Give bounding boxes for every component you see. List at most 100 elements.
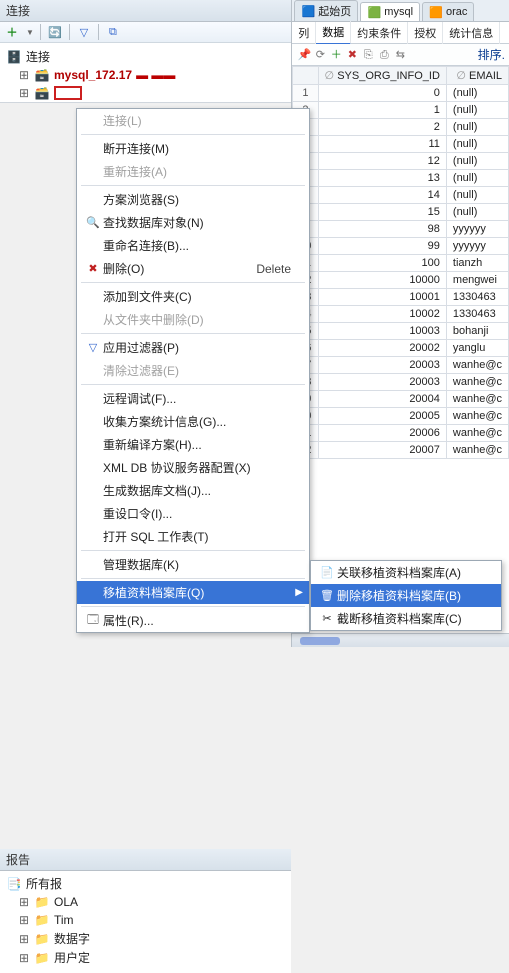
table-row[interactable]: 1620002yanglu xyxy=(293,340,509,357)
table-row[interactable]: 13100011330463 xyxy=(293,289,509,306)
table-row[interactable]: 14100021330463 xyxy=(293,306,509,323)
cell-id[interactable]: 2 xyxy=(318,119,446,136)
menu-item[interactable]: 远程调试(F)... xyxy=(77,387,309,410)
cell-email[interactable]: wanhe@c xyxy=(446,408,508,425)
table-row[interactable]: 10(null) xyxy=(293,85,509,102)
column-header[interactable] xyxy=(293,67,318,85)
table-row[interactable]: 2020005wanhe@c xyxy=(293,408,509,425)
cell-email[interactable]: (null) xyxy=(446,119,508,136)
table-row[interactable]: 613(null) xyxy=(293,170,509,187)
submenu-item[interactable]: 📄关联移植资料档案库(A) xyxy=(311,561,501,584)
data-subtab[interactable]: 约束条件 xyxy=(351,22,408,44)
cell-id[interactable]: 20002 xyxy=(318,340,446,357)
cell-id[interactable]: 100 xyxy=(318,255,446,272)
menu-item[interactable]: 重命名连接(B)... xyxy=(77,234,309,257)
cell-id[interactable]: 10001 xyxy=(318,289,446,306)
tree-node-report[interactable]: ⊞📁数据字 xyxy=(4,929,287,948)
add-connection-icon[interactable]: ＋ xyxy=(4,24,20,40)
table-row[interactable]: 815(null) xyxy=(293,204,509,221)
data-toolbar-icon[interactable]: ✖ xyxy=(344,46,360,62)
cell-id[interactable]: 10002 xyxy=(318,306,446,323)
data-toolbar-icon[interactable]: 📌 xyxy=(296,46,312,62)
cell-id[interactable]: 20007 xyxy=(318,442,446,459)
menu-item[interactable]: XML DB 协议服务器配置(X) xyxy=(77,456,309,479)
tree-node-report[interactable]: ⊞📁用户定 xyxy=(4,948,287,967)
cell-email[interactable]: (null) xyxy=(446,85,508,102)
data-grid[interactable]: ∅ SYS_ORG_INFO_ID∅ EMAIL 10(null)21(null… xyxy=(292,66,509,633)
sort-link[interactable]: 排序. xyxy=(478,46,505,63)
data-subtab[interactable]: 数据 xyxy=(316,21,351,45)
tree-node-report[interactable]: ⊞📁Tim xyxy=(4,911,287,929)
copy-icon[interactable]: ⧉ xyxy=(105,24,121,40)
cell-email[interactable]: mengwei xyxy=(446,272,508,289)
menu-item[interactable]: 生成数据库文档(J)... xyxy=(77,479,309,502)
horizontal-scrollbar[interactable] xyxy=(292,633,509,647)
data-toolbar-icon[interactable]: ⇆ xyxy=(392,46,408,62)
table-row[interactable]: 1510003bohanji xyxy=(293,323,509,340)
editor-tab[interactable]: 🟧orac xyxy=(422,2,474,21)
tree-node-cloud[interactable]: ☁ 云连接 xyxy=(4,102,287,103)
cell-email[interactable]: yyyyyy xyxy=(446,221,508,238)
cell-email[interactable]: wanhe@c xyxy=(446,425,508,442)
table-row[interactable]: 1210000mengwei xyxy=(293,272,509,289)
cell-id[interactable]: 15 xyxy=(318,204,446,221)
menu-item[interactable]: ▽应用过滤器(P) xyxy=(77,336,309,359)
table-row[interactable]: 11100tianzh xyxy=(293,255,509,272)
tree-node-selected[interactable]: ⊞ 🗃️ xyxy=(4,84,287,102)
column-header[interactable]: ∅ SYS_ORG_INFO_ID xyxy=(318,67,446,85)
menu-item[interactable]: 🔍查找数据库对象(N) xyxy=(77,211,309,234)
submenu-item[interactable]: ✂截断移植资料档案库(C) xyxy=(311,607,501,630)
table-row[interactable]: 1920004wanhe@c xyxy=(293,391,509,408)
cell-email[interactable]: wanhe@c xyxy=(446,391,508,408)
table-row[interactable]: 411(null) xyxy=(293,136,509,153)
menu-item[interactable]: 收集方案统计信息(G)... xyxy=(77,410,309,433)
cell-id[interactable]: 20003 xyxy=(318,374,446,391)
cell-id[interactable]: 98 xyxy=(318,221,446,238)
cell-email[interactable]: (null) xyxy=(446,102,508,119)
menu-item[interactable]: ✖删除(O)Delete xyxy=(77,257,309,280)
table-row[interactable]: 21(null) xyxy=(293,102,509,119)
expand-icon[interactable]: ⊞ xyxy=(18,913,30,927)
table-row[interactable]: 714(null) xyxy=(293,187,509,204)
cell-email[interactable]: 1330463 xyxy=(446,306,508,323)
cell-id[interactable]: 10003 xyxy=(318,323,446,340)
cell-email[interactable]: wanhe@c xyxy=(446,374,508,391)
editor-tab[interactable]: 🟦起始页 xyxy=(294,0,358,21)
menu-item[interactable]: 管理数据库(K) xyxy=(77,553,309,576)
connection-context-menu[interactable]: 连接(L)断开连接(M)重新连接(A)方案浏览器(S)🔍查找数据库对象(N)重命… xyxy=(76,108,310,633)
tree-node-mysql[interactable]: ⊞ 🗃️ mysql_172.17 ▬ ▬▬ xyxy=(4,66,287,84)
expand-icon[interactable]: ⊞ xyxy=(18,68,30,82)
cell-id[interactable]: 20003 xyxy=(318,357,446,374)
migration-submenu[interactable]: 📄关联移植资料档案库(A)🗑删除移植资料档案库(B)✂截断移植资料档案库(C) xyxy=(310,560,502,631)
expand-icon[interactable]: ⊞ xyxy=(18,895,30,909)
menu-item[interactable]: 🗔属性(R)... xyxy=(77,609,309,632)
tree-node-all-reports[interactable]: 📑 所有报 xyxy=(4,874,287,893)
cell-id[interactable]: 99 xyxy=(318,238,446,255)
cell-email[interactable]: wanhe@c xyxy=(446,442,508,459)
cell-email[interactable]: (null) xyxy=(446,136,508,153)
cell-email[interactable]: 1330463 xyxy=(446,289,508,306)
menu-item[interactable]: 打开 SQL 工作表(T) xyxy=(77,525,309,548)
table-row[interactable]: 1099yyyyyy xyxy=(293,238,509,255)
table-row[interactable]: 998yyyyyy xyxy=(293,221,509,238)
menu-item[interactable]: 添加到文件夹(C) xyxy=(77,285,309,308)
cell-email[interactable]: tianzh xyxy=(446,255,508,272)
cell-email[interactable]: (null) xyxy=(446,153,508,170)
menu-item[interactable]: 重新编译方案(H)... xyxy=(77,433,309,456)
cell-email[interactable]: yyyyyy xyxy=(446,238,508,255)
cell-id[interactable]: 12 xyxy=(318,153,446,170)
tree-root-connections[interactable]: 🗄️ 连接 xyxy=(4,47,287,66)
data-toolbar-icon[interactable]: ⎘ xyxy=(360,47,376,63)
cell-id[interactable]: 20006 xyxy=(318,425,446,442)
cell-id[interactable]: 0 xyxy=(318,85,446,102)
data-toolbar-icon[interactable]: ⟳ xyxy=(312,46,328,62)
cell-id[interactable]: 14 xyxy=(318,187,446,204)
submenu-item[interactable]: 🗑删除移植资料档案库(B) xyxy=(311,584,501,607)
expand-icon[interactable]: ⊞ xyxy=(18,951,30,965)
cell-id[interactable]: 20005 xyxy=(318,408,446,425)
refresh-icon[interactable]: 🔄 xyxy=(47,24,63,40)
cell-email[interactable]: yanglu xyxy=(446,340,508,357)
cell-email[interactable]: wanhe@c xyxy=(446,357,508,374)
data-subtab[interactable]: 列 xyxy=(292,22,316,44)
cell-email[interactable]: bohanji xyxy=(446,323,508,340)
